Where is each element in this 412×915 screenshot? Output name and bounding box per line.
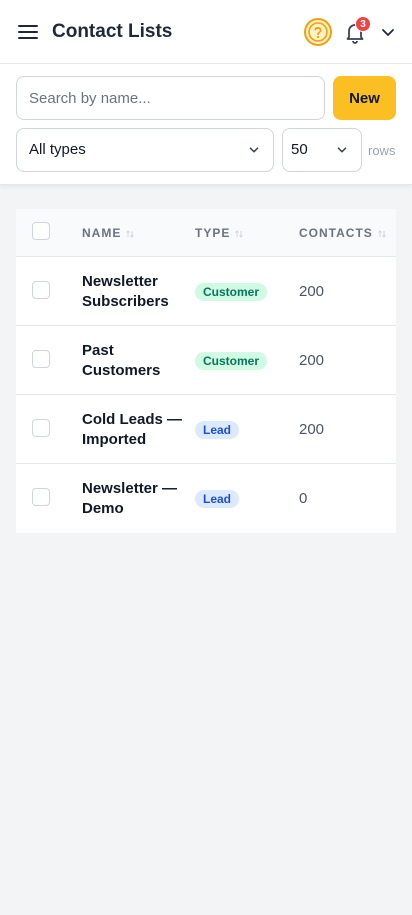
list-name[interactable]: Newsletter — Demo: [82, 479, 182, 519]
chevron-down-icon: [337, 147, 347, 153]
page-title: Contact Lists: [52, 21, 173, 42]
notifications-button[interactable]: 3: [343, 16, 371, 46]
rows-per-page-value: 50: [291, 141, 308, 158]
column-header-label: CONTACTS: [299, 226, 373, 240]
row-checkbox[interactable]: [32, 488, 50, 506]
chevron-down-icon[interactable]: [380, 24, 396, 40]
contacts-count: 200: [299, 421, 325, 438]
row-checkbox[interactable]: [32, 281, 50, 299]
search-input[interactable]: [16, 76, 325, 120]
contact-lists-table: NAME TYPE CONTACTS Newsletter Subscriber…: [16, 209, 396, 533]
question-circle-icon[interactable]: [303, 17, 333, 47]
type-badge: Customer: [195, 283, 268, 301]
type-badge: Customer: [195, 352, 268, 370]
type-badge: Lead: [195, 421, 240, 439]
type-badge: Lead: [195, 490, 240, 508]
column-header-label: NAME: [82, 226, 122, 240]
contacts-count: 200: [299, 283, 325, 300]
row-checkbox[interactable]: [32, 350, 50, 368]
sort-icon: [126, 230, 135, 238]
column-header-contacts[interactable]: CONTACTS: [299, 226, 387, 240]
filter-bar: New All types 50 rows: [0, 64, 412, 185]
contacts-count: 0: [299, 490, 308, 507]
chevron-down-icon: [249, 147, 259, 153]
new-list-button[interactable]: New: [333, 76, 396, 120]
table-row[interactable]: Cold Leads — Imported Lead 200: [16, 395, 396, 464]
sort-icon: [377, 230, 386, 238]
table-row[interactable]: Newsletter Subscribers Customer 200: [16, 257, 396, 326]
select-all-checkbox[interactable]: [32, 222, 50, 240]
column-header-label: TYPE: [195, 226, 231, 240]
contacts-count: 200: [299, 352, 325, 369]
list-name[interactable]: Cold Leads — Imported: [82, 410, 182, 450]
column-header-name[interactable]: NAME: [82, 226, 135, 240]
top-bar: Contact Lists 3: [0, 0, 412, 64]
table-row[interactable]: Past Customers Customer 200: [16, 326, 396, 395]
notification-count-badge: 3: [355, 16, 371, 32]
table-header: NAME TYPE CONTACTS: [16, 209, 396, 257]
list-name[interactable]: Newsletter Subscribers: [82, 272, 182, 312]
list-name[interactable]: Past Customers: [82, 341, 182, 381]
hamburger-icon[interactable]: [16, 20, 40, 44]
column-header-type[interactable]: TYPE: [195, 226, 244, 240]
rows-label: rows: [368, 143, 396, 158]
type-filter-value: All types: [29, 141, 86, 158]
sort-icon: [235, 230, 244, 238]
row-checkbox[interactable]: [32, 419, 50, 437]
table-row[interactable]: Newsletter — Demo Lead 0: [16, 464, 396, 533]
type-filter-select[interactable]: All types: [16, 128, 274, 172]
rows-per-page-select[interactable]: 50: [282, 128, 362, 172]
